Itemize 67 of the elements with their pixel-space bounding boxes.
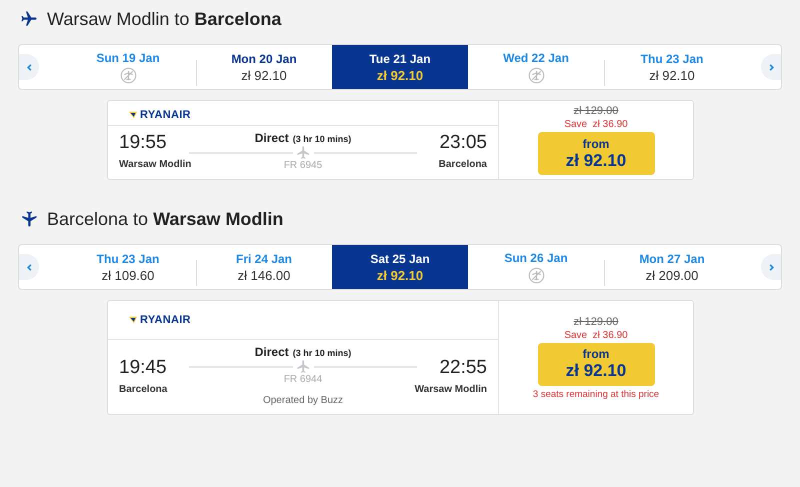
date-tab[interactable]: Mon 27 Jan zł 209.00 <box>604 245 740 289</box>
date-label: Sun 26 Jan <box>504 250 568 264</box>
flight-type: Direct <box>254 131 289 145</box>
date-price: zł 209.00 <box>646 268 698 282</box>
flight-duration: (3 hr 10 mins) <box>292 348 352 358</box>
date-label: Tue 21 Jan <box>369 52 431 66</box>
date-price: zł 92.10 <box>376 268 424 282</box>
departure-time: 19:55 <box>119 132 168 154</box>
fare-button[interactable]: from zł 92.10 <box>538 132 654 175</box>
date-price: zł 146.00 <box>238 268 290 282</box>
date-label: Sat 25 Jan <box>370 252 430 266</box>
departure-airport: Warsaw Modlin <box>119 159 189 170</box>
previous-button[interactable] <box>19 254 39 280</box>
route-title: Barcelona to Warsaw Modlin <box>47 208 284 230</box>
date-label: Sun 19 Jan <box>96 50 160 64</box>
date-tab[interactable]: Thu 23 Jan zł 92.10 <box>604 45 740 89</box>
airline-logo: RYANAIR <box>140 108 191 120</box>
harp-logo-icon <box>128 110 138 118</box>
date-tab[interactable]: Sun 26 Jan <box>468 245 604 289</box>
next-button[interactable] <box>761 54 781 80</box>
date-tab[interactable]: Wed 22 Jan <box>468 45 604 89</box>
date-tab[interactable]: Sat 25 Jan zł 92.10 <box>332 245 468 289</box>
departure-time: 19:45 <box>119 356 168 378</box>
airplane-icon <box>20 210 38 228</box>
chevron-left-icon <box>24 62 34 72</box>
airplane-icon <box>296 145 310 160</box>
flight-duration: (3 hr 10 mins) <box>292 134 352 144</box>
savings-text: Save zł 36.90 <box>564 330 628 340</box>
date-tab[interactable]: Sun 19 Jan <box>60 45 196 89</box>
previous-button[interactable] <box>19 54 39 80</box>
airplane-icon <box>20 10 38 28</box>
date-tab[interactable]: Fri 24 Jan zł 146.00 <box>196 245 332 289</box>
airplane-icon <box>296 359 310 374</box>
date-tab[interactable]: Mon 20 Jan zł 92.10 <box>196 45 332 89</box>
date-label: Mon 27 Jan <box>639 252 705 266</box>
flight-type: Direct <box>254 345 289 359</box>
chevron-left-icon <box>24 262 34 272</box>
flight-number: FR 6944 <box>284 374 322 385</box>
chevron-right-icon <box>766 62 776 72</box>
next-button[interactable] <box>761 254 781 280</box>
date-label: Thu 23 Jan <box>96 252 160 266</box>
savings-text: Save zł 36.90 <box>564 119 628 130</box>
operator-note: Operated by Buzz <box>262 395 344 406</box>
departure-airport: Barcelona <box>119 384 168 394</box>
original-price: zł 129.00 <box>574 316 618 328</box>
route-title: Warsaw Modlin to Barcelona <box>47 8 282 30</box>
arrival-time: 22:55 <box>439 356 487 378</box>
arrival-airport: Barcelona <box>438 159 487 170</box>
fare-button[interactable]: from zł 92.10 <box>538 342 654 386</box>
date-label: Wed 22 Jan <box>503 50 569 64</box>
date-label: Mon 20 Jan <box>231 52 297 66</box>
chevron-right-icon <box>766 262 776 272</box>
date-tab[interactable]: Tue 21 Jan zł 92.10 <box>332 45 468 89</box>
date-label: Fri 24 Jan <box>236 252 292 266</box>
date-price: zł 92.10 <box>241 68 287 82</box>
airline-logo: RYANAIR <box>140 314 191 326</box>
date-price: zł 109.60 <box>102 268 154 282</box>
arrival-airport: Warsaw Modlin <box>414 384 487 394</box>
date-price: zł 92.10 <box>376 68 424 82</box>
flight-number: FR 6945 <box>284 160 322 171</box>
date-tab[interactable]: Thu 23 Jan zł 109.60 <box>60 245 196 289</box>
arrival-time: 23:05 <box>439 132 487 154</box>
date-price: zł 92.10 <box>649 68 695 82</box>
seats-warning: 3 seats remaining at this price <box>532 388 660 400</box>
date-label: Thu 23 Jan <box>640 52 704 66</box>
original-price: zł 129.00 <box>574 105 618 117</box>
harp-logo-icon <box>128 316 138 324</box>
